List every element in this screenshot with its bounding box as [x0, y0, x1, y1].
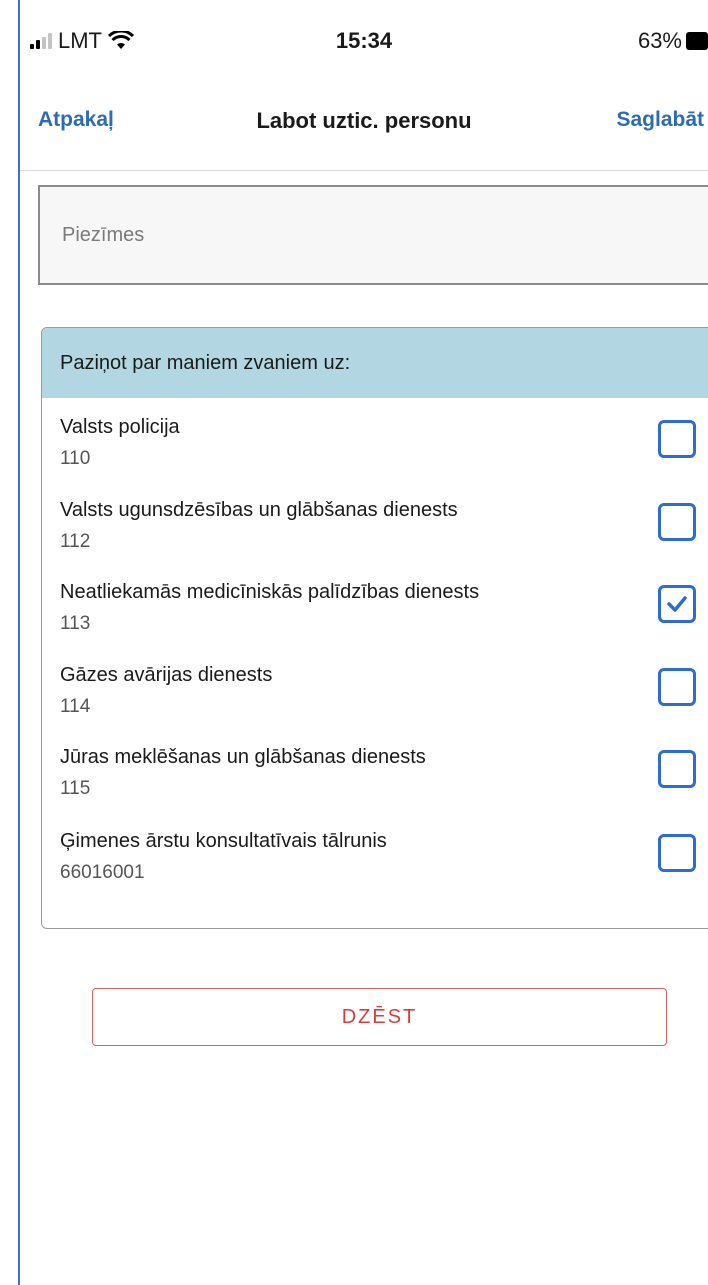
service-number: 115: [60, 778, 91, 799]
notify-header-label: Paziņot par maniem zvaniem uz:: [60, 351, 351, 374]
service-number: 113: [60, 613, 91, 634]
list-item: Gāzes avārijas dienests 114: [42, 664, 708, 744]
notes-field-container: [38, 185, 708, 285]
service-name: Jūras meklēšanas un glābšanas dienests: [60, 746, 426, 768]
service-number: 110: [60, 448, 91, 469]
service-name: Valsts ugunsdzēsības un glābšanas dienes…: [60, 499, 458, 521]
list-item: Jūras meklēšanas un glābšanas dienests 1…: [42, 746, 708, 826]
list-item: Neatliekamās medicīniskās palīdzības die…: [42, 581, 708, 661]
notify-card: Paziņot par maniem zvaniem uz: Valsts po…: [41, 327, 708, 929]
notify-header: Paziņot par maniem zvaniem uz:: [42, 328, 708, 398]
delete-button[interactable]: DZĒST: [92, 988, 667, 1046]
checkmark-icon: [667, 596, 687, 612]
list-item: Valsts policija 110: [42, 416, 708, 496]
service-number: 66016001: [60, 862, 145, 883]
save-button[interactable]: Saglabāt: [616, 108, 704, 132]
service-name: Neatliekamās medicīniskās palīdzības die…: [60, 581, 480, 603]
nav-bar: Atpakaļ Labot uztic. personu Saglabāt: [20, 80, 708, 171]
status-time: 15:34: [335, 28, 393, 53]
notify-checkbox[interactable]: [658, 503, 696, 541]
service-number: 112: [60, 531, 91, 552]
status-bar: LMT 15:34 63%: [20, 0, 708, 80]
service-name: Gāzes avārijas dienests: [60, 664, 273, 686]
frame-border: [18, 0, 20, 1285]
battery-percent: 63%: [637, 28, 682, 53]
battery-icon: [686, 32, 708, 50]
notify-checkbox[interactable]: [658, 834, 696, 872]
service-name: Valsts policija: [60, 416, 180, 438]
page-title: Labot uztic. personu: [256, 108, 472, 133]
list-item: Valsts ugunsdzēsības un glābšanas dienes…: [42, 499, 708, 579]
notify-checkbox[interactable]: [658, 420, 696, 458]
notes-input[interactable]: [40, 187, 708, 283]
service-number: 114: [60, 696, 91, 717]
notify-checkbox[interactable]: [658, 668, 696, 706]
notify-checkbox[interactable]: [658, 585, 696, 623]
service-name: Ģimenes ārstu konsultatīvais tālrunis: [60, 830, 387, 852]
notify-checkbox[interactable]: [658, 750, 696, 788]
status-right: 63%: [638, 28, 708, 54]
list-item: Ģimenes ārstu konsultatīvais tālrunis 66…: [42, 830, 708, 910]
